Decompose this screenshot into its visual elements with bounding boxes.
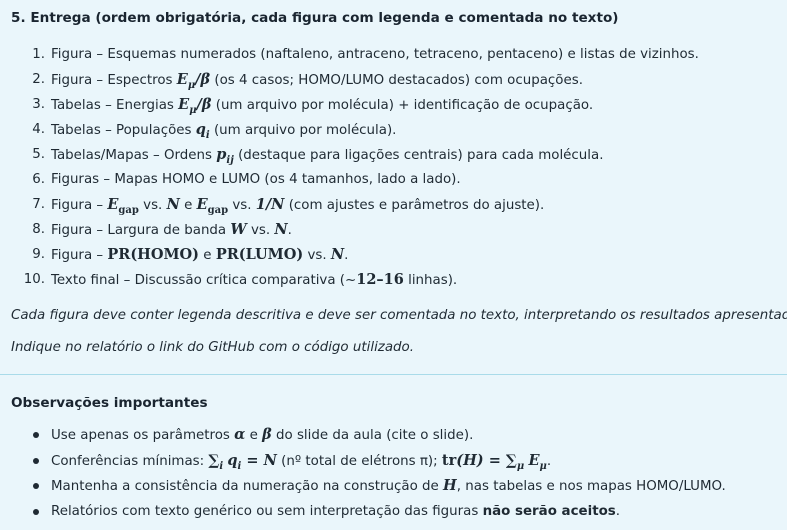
observations-list: Use apenas os parâmetros α e β do slide … <box>0 422 787 524</box>
list-item: Use apenas os parâmetros α e β do slide … <box>0 422 787 448</box>
item-text: Tabelas – Energias Eμ/β (um arquivo por … <box>51 96 594 116</box>
item-number: 8. <box>32 222 45 237</box>
list-item: Conferências mínimas: ∑i qi = N (nº tota… <box>0 448 787 474</box>
section-divider <box>0 374 787 375</box>
list-item: 10. Texto final – Discussão crítica comp… <box>0 267 787 292</box>
list-item: 6. Figuras – Mapas HOMO e LUMO (os 4 tam… <box>0 167 787 192</box>
item-text: Figura – Egap vs. N e Egap vs. 1/N (com … <box>51 196 545 216</box>
item-number: 2. <box>32 72 45 87</box>
section-title: 5. Entrega (ordem obrigatória, cada figu… <box>11 10 619 26</box>
item-number: 5. <box>32 147 45 162</box>
item-number: 6. <box>32 172 45 187</box>
item-text: Figuras – Mapas HOMO e LUMO (os 4 tamanh… <box>51 172 461 187</box>
item-text: Figura – Esquemas numerados (naftaleno, … <box>51 47 699 62</box>
bullet-icon <box>33 432 39 438</box>
list-item: 9. Figura – PR(HOMO) e PR(LUMO) vs. N. <box>0 242 787 267</box>
item-text: Conferências mínimas: ∑i qi = N (nº tota… <box>51 451 552 472</box>
github-note: Indique no relatório o link do GitHub co… <box>11 340 414 355</box>
list-item: 3. Tabelas – Energias Eμ/β (um arquivo p… <box>0 92 787 117</box>
item-text: Figura – PR(HOMO) e PR(LUMO) vs. N. <box>51 246 349 263</box>
deliverables-list: 1. Figura – Esquemas numerados (naftalen… <box>0 42 787 292</box>
item-number: 9. <box>32 247 45 262</box>
bullet-icon <box>33 508 39 515</box>
item-text: Mantenha a consistência da numeração na … <box>51 477 726 494</box>
item-number: 1. <box>32 47 45 62</box>
list-item: 8. Figura – Largura de banda W vs. N. <box>0 217 787 242</box>
item-text: Texto final – Discussão crítica comparat… <box>51 271 458 288</box>
item-number: 4. <box>32 122 45 137</box>
bullet-icon <box>33 483 39 489</box>
item-number: 10. <box>23 272 45 287</box>
item-number: 7. <box>32 197 45 212</box>
bullet-icon <box>33 457 39 464</box>
item-text: Figura – Espectros Eμ/β (os 4 casos; HOM… <box>51 71 583 91</box>
observations-title: Observações importantes <box>11 395 208 411</box>
list-item: 7. Figura – Egap vs. N e Egap vs. 1/N (c… <box>0 192 787 217</box>
item-text: Figura – Largura de banda W vs. N. <box>51 221 292 238</box>
list-item: 4. Tabelas – Populações qi (um arquivo p… <box>0 117 787 142</box>
legend-note: Cada figura deve conter legenda descriti… <box>11 308 787 323</box>
instructions-panel: 5. Entrega (ordem obrigatória, cada figu… <box>0 0 787 530</box>
list-item: 5. Tabelas/Mapas – Ordens pij (destaque … <box>0 142 787 167</box>
item-text: Use apenas os parâmetros α e β do slide … <box>51 426 474 443</box>
list-item: 1. Figura – Esquemas numerados (naftalen… <box>0 42 787 67</box>
item-text: Relatórios com texto genérico ou sem int… <box>51 503 621 519</box>
item-number: 3. <box>32 97 45 112</box>
list-item: Relatórios com texto genérico ou sem int… <box>0 499 787 525</box>
list-item: 2. Figura – Espectros Eμ/β (os 4 casos; … <box>0 67 787 92</box>
list-item: Mantenha a consistência da numeração na … <box>0 473 787 499</box>
item-text: Tabelas/Mapas – Ordens pij (destaque par… <box>51 146 604 166</box>
item-text: Tabelas – Populações qi (um arquivo por … <box>51 121 397 141</box>
